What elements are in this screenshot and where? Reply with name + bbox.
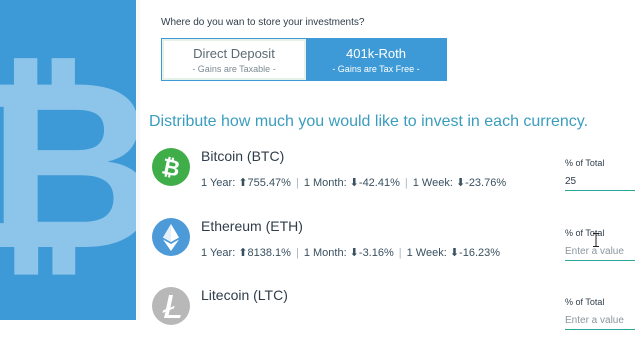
investment-question: Where do you wan to store your investmen… <box>161 17 365 28</box>
option-title: Direct Deposit <box>193 45 275 61</box>
sidebar: ₿ <box>0 0 136 320</box>
allocation-eth: % of Total Enter a value <box>565 228 635 261</box>
account-type-toggle: Direct Deposit - Gains are Taxable - 401… <box>161 38 447 81</box>
month-change: 1 Month: ⬇-3.16% <box>303 247 394 259</box>
distribute-heading: Distribute how much you would like to in… <box>149 113 589 130</box>
separator: | <box>404 177 408 189</box>
year-change: 1 Year: ⬆8138.1% <box>201 247 291 259</box>
allocation-btc: % of Total 25 <box>565 158 635 191</box>
roth-401k-option[interactable]: 401k-Roth - Gains are Tax Free - <box>306 39 446 80</box>
allocation-label: % of Total <box>565 228 605 238</box>
month-change: 1 Month: ⬇-42.41% <box>303 177 400 189</box>
week-change: 1 Week: ⬇-16.23% <box>406 247 501 259</box>
svg-text:₿: ₿ <box>159 154 182 182</box>
year-change: 1 Year: ⬆755.47% <box>201 177 291 189</box>
litecoin-icon <box>152 287 190 325</box>
week-change: 1 Week: ⬇-23.76% <box>412 177 507 189</box>
allocation-label: % of Total <box>565 297 605 307</box>
ethereum-icon <box>152 218 190 256</box>
allocation-input[interactable]: 25 <box>565 176 635 191</box>
bitcoin-background-icon: ₿ <box>0 28 136 303</box>
allocation-input[interactable]: Enter a value <box>565 315 635 330</box>
separator: | <box>398 247 402 259</box>
option-subtitle: - Gains are Taxable - <box>192 63 276 74</box>
allocation-label: % of Total <box>565 158 605 168</box>
coin-stats: 1 Year: ⬆755.47% | 1 Month: ⬇-42.41% | 1 Wee… <box>201 176 506 189</box>
coin-name: Litecoin (LTC) <box>201 287 288 303</box>
coin-stats: 1 Year: ⬆8138.1% | 1 Month: ⬇-3.16% | 1 Week… <box>201 246 500 259</box>
bitcoin-icon: ₿ <box>152 148 190 186</box>
coin-name: Ethereum (ETH) <box>201 218 303 234</box>
allocation-ltc: % of Total Enter a value <box>565 297 635 330</box>
option-subtitle: - Gains are Tax Free - <box>332 63 420 74</box>
coin-name: Bitcoin (BTC) <box>201 148 285 164</box>
direct-deposit-option[interactable]: Direct Deposit - Gains are Taxable - <box>162 39 306 80</box>
separator: | <box>295 247 299 259</box>
main-panel: Where do you wan to store your investmen… <box>140 0 640 330</box>
allocation-input[interactable]: Enter a value <box>565 246 635 261</box>
text-cursor-icon <box>593 233 599 247</box>
separator: | <box>295 177 299 189</box>
option-title: 401k-Roth <box>346 45 406 61</box>
